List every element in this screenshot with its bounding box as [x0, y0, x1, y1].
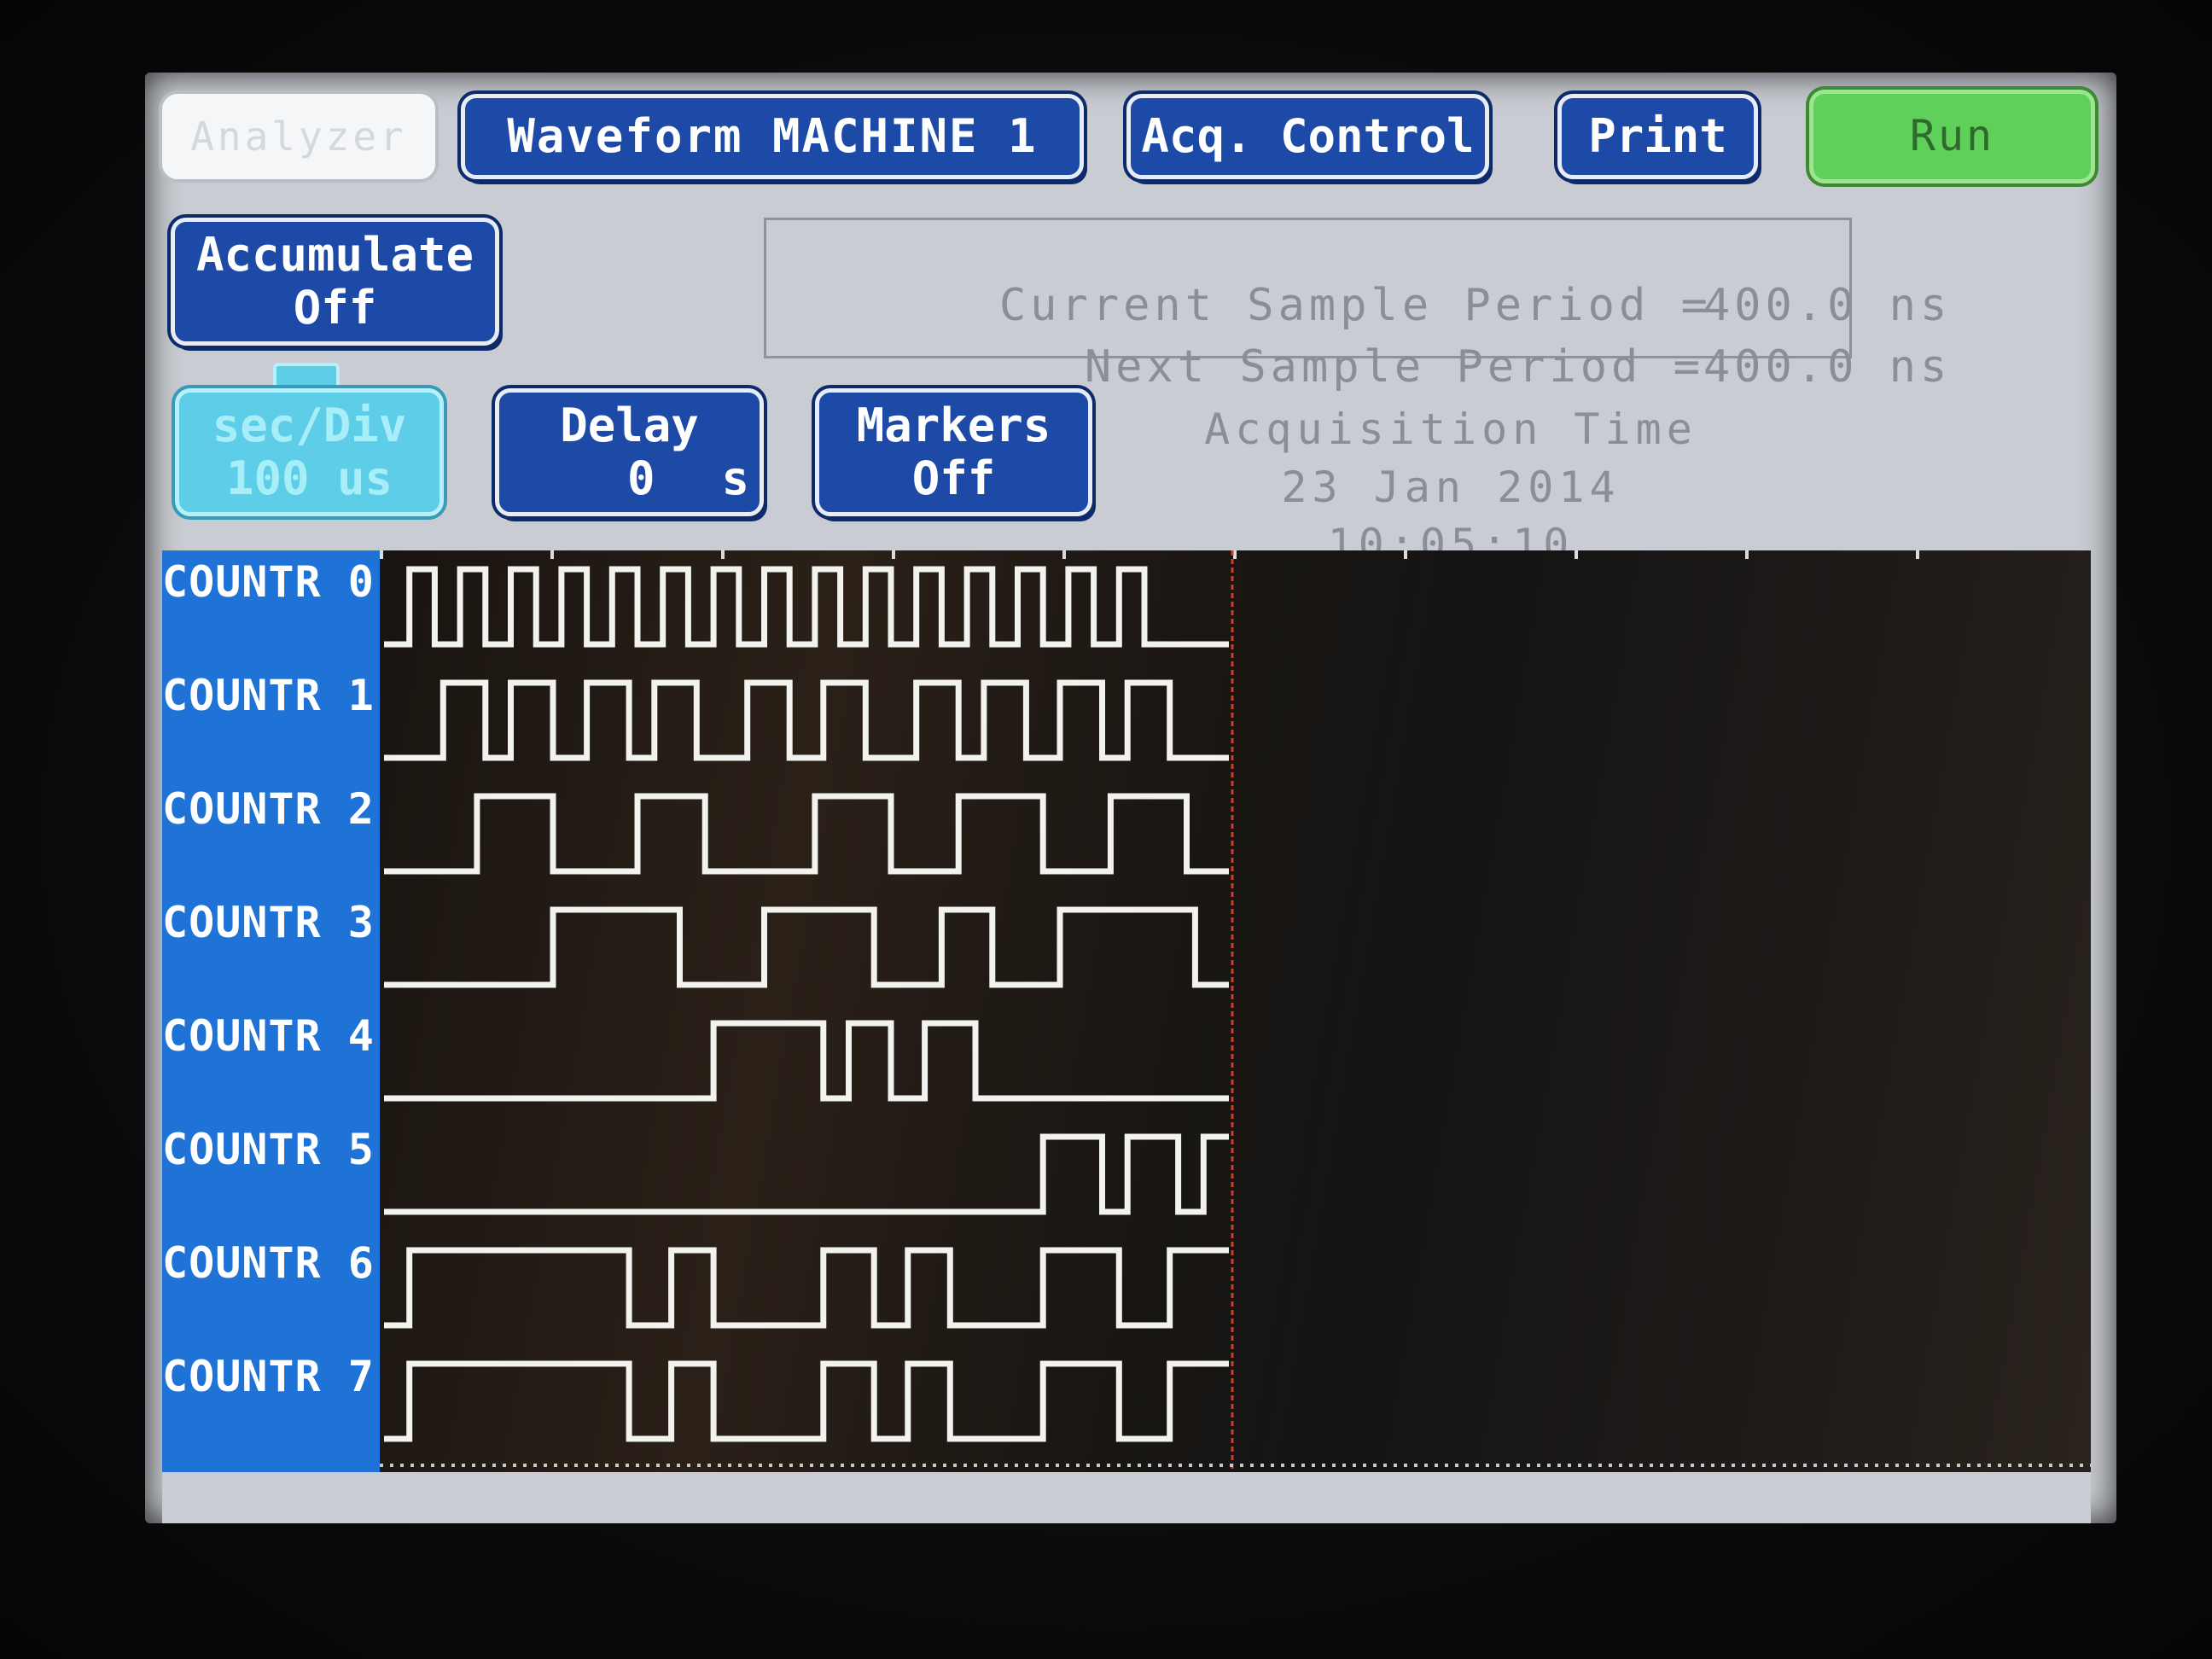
- waveform-display[interactable]: [380, 550, 2091, 1472]
- bottom-strip: [162, 1472, 2091, 1523]
- delay-button[interactable]: Delay 0 s: [495, 388, 764, 516]
- waveform-machine-button[interactable]: Waveform MACHINE 1: [461, 94, 1084, 179]
- markers-label: Markers: [856, 398, 1051, 452]
- acq-control-button[interactable]: Acq. Control: [1126, 94, 1489, 179]
- channel-label[interactable]: COUNTR 6: [162, 1238, 375, 1288]
- secdiv-value: 100 us: [225, 451, 393, 505]
- channel-trace: [384, 1133, 1229, 1215]
- run-button-label: Run: [1909, 111, 1995, 161]
- channel-trace: [384, 1360, 1229, 1442]
- channel-trace: [384, 1020, 1229, 1102]
- channel-trace: [384, 566, 1229, 648]
- accumulate-button[interactable]: Accumulate Off: [171, 218, 499, 346]
- analyzer-screen: Analyzer Waveform MACHINE 1 Acq. Control…: [145, 73, 2116, 1523]
- channel-trace: [384, 679, 1229, 761]
- secdiv-label: sec/Div: [212, 398, 407, 452]
- next-sample-value: 400.0 ns: [1703, 341, 1952, 393]
- channel-trace: [384, 1247, 1229, 1329]
- delay-label: Delay: [560, 398, 699, 452]
- waveform-button-label: Waveform MACHINE 1: [507, 108, 1038, 163]
- channel-label[interactable]: COUNTR 4: [162, 1011, 375, 1061]
- markers-state: Off: [911, 451, 996, 505]
- sec-div-button[interactable]: sec/Div 100 us: [175, 388, 444, 516]
- channel-label[interactable]: COUNTR 1: [162, 671, 375, 720]
- waveform-traces: [380, 550, 2091, 1472]
- acquisition-time-label: Acquisition Time: [1204, 405, 1697, 454]
- analyzer-button-label: Analyzer: [190, 113, 407, 160]
- delay-unit: s: [721, 451, 749, 505]
- print-button[interactable]: Print: [1557, 94, 1758, 179]
- channel-trace: [384, 906, 1229, 988]
- channel-label[interactable]: COUNTR 7: [162, 1352, 375, 1401]
- channel-label[interactable]: COUNTR 3: [162, 898, 375, 947]
- channel-label-column: COUNTR 0 COUNTR 1 COUNTR 2 COUNTR 3 COUNTR 4…: [162, 550, 380, 1472]
- markers-button[interactable]: Markers Off: [815, 388, 1092, 516]
- acq-button-label: Acq. Control: [1141, 108, 1475, 163]
- analyzer-button[interactable]: Analyzer: [162, 94, 435, 179]
- print-button-label: Print: [1588, 108, 1727, 163]
- channel-label[interactable]: COUNTR 2: [162, 784, 375, 834]
- channel-label[interactable]: COUNTR 0: [162, 557, 375, 607]
- accumulate-label: Accumulate: [195, 227, 474, 282]
- accumulate-state: Off: [293, 281, 377, 335]
- delay-value: 0: [627, 451, 655, 505]
- channel-trace: [384, 793, 1229, 875]
- channel-label[interactable]: COUNTR 5: [162, 1125, 375, 1174]
- sample-period-panel: Current Sample Period = 400.0 ns Next Sa…: [764, 218, 1947, 393]
- run-button[interactable]: Run: [1809, 90, 2095, 183]
- acquisition-time: Acquisition Time 23 Jan 2014 10:05:10: [1152, 401, 1749, 574]
